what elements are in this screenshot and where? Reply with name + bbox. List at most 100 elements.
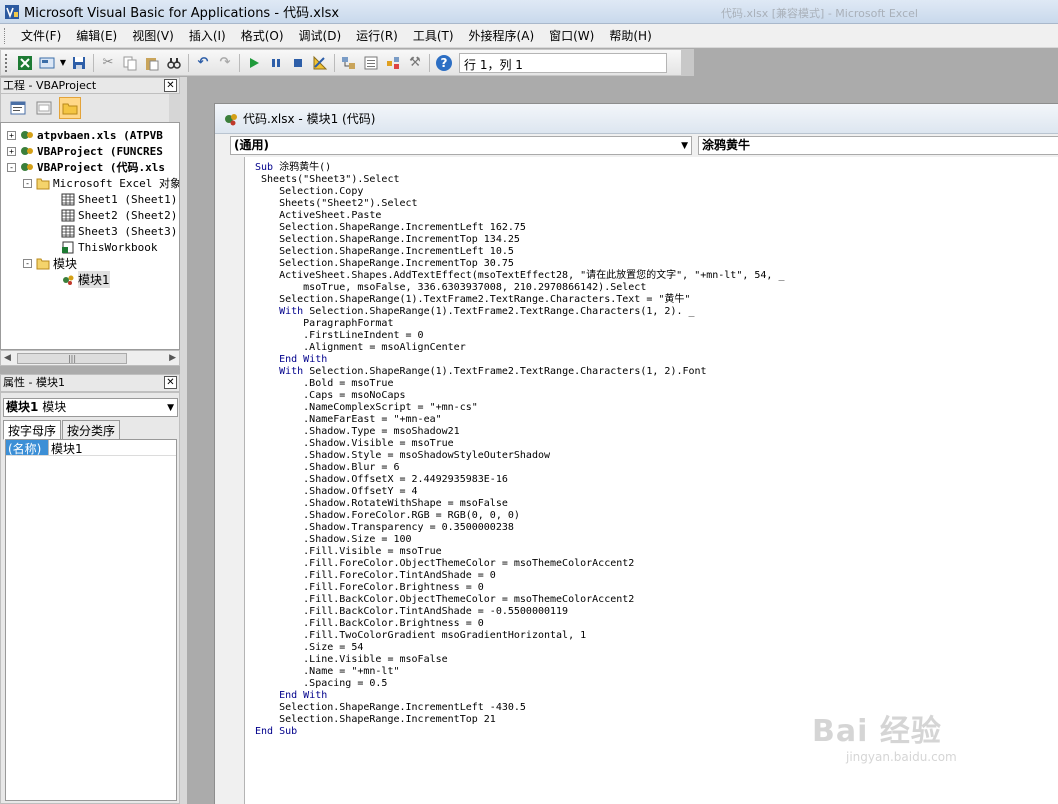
menu-edit[interactable]: 编辑(E)	[70, 25, 123, 46]
toolbar-overflow[interactable]	[681, 50, 693, 75]
code-line[interactable]: .Size = 54	[255, 642, 785, 654]
code-line[interactable]: .Alignment = msoAlignCenter	[255, 342, 785, 354]
tree-node-sheet1[interactable]: Sheet1 (Sheet1)	[61, 191, 177, 207]
scroll-right-icon[interactable]: ▶	[169, 353, 176, 363]
tree-node-funcres[interactable]: + VBAProject (FUNCRES	[7, 143, 163, 159]
code-line[interactable]: .Shadow.OffsetY = 4	[255, 486, 785, 498]
code-line[interactable]: ParagraphFormat	[255, 318, 785, 330]
object-dropdown[interactable]: (通用) ▼	[230, 136, 692, 155]
menu-view[interactable]: 视图(V)	[126, 25, 180, 46]
menu-addins[interactable]: 外接程序(A)	[463, 25, 541, 46]
close-icon[interactable]: ✕	[164, 376, 177, 389]
collapse-icon[interactable]: -	[23, 258, 32, 268]
tab-alphabetic[interactable]: 按字母序	[3, 420, 62, 440]
tree-node-module1[interactable]: 模块1	[61, 270, 110, 288]
save-icon[interactable]	[68, 52, 90, 74]
view-code-icon[interactable]	[7, 97, 29, 119]
code-line[interactable]: Selection.ShapeRange.IncrementLeft -430.…	[255, 702, 785, 714]
code-line[interactable]: Selection.ShapeRange(1).TextFrame2.TextR…	[255, 294, 785, 306]
menubar-grip[interactable]	[4, 27, 7, 44]
tree-node-sheet3[interactable]: Sheet3 (Sheet3)	[61, 223, 177, 239]
code-line[interactable]: End With	[255, 690, 785, 702]
code-line[interactable]: .Bold = msoTrue	[255, 378, 785, 390]
code-line[interactable]: Sheets("Sheet3").Select	[255, 174, 785, 186]
code-line[interactable]: .Name = "+mn-lt"	[255, 666, 785, 678]
dropdown-arrow-icon[interactable]: ▼	[58, 52, 68, 74]
scrollbar-thumb[interactable]: |||	[17, 353, 127, 364]
code-line[interactable]: .Fill.BackColor.TintAndShade = -0.550000…	[255, 606, 785, 618]
menu-debug[interactable]: 调试(D)	[293, 25, 348, 46]
collapse-icon[interactable]: -	[7, 162, 16, 172]
chevron-down-icon[interactable]: ▼	[167, 400, 174, 417]
collapse-icon[interactable]: -	[23, 178, 32, 188]
code-line[interactable]: .Fill.TwoColorGradient msoGradientHorizo…	[255, 630, 785, 642]
cut-icon[interactable]: ✂	[97, 52, 119, 74]
code-line[interactable]: .Shadow.Style = msoShadowStyleOuterShado…	[255, 450, 785, 462]
code-line[interactable]: .Spacing = 0.5	[255, 678, 785, 690]
code-line[interactable]: End Sub	[255, 726, 785, 738]
tree-node-vbaproject-main[interactable]: - VBAProject (代码.xls	[7, 159, 165, 175]
code-line[interactable]: Selection.ShapeRange.IncrementTop 134.25	[255, 234, 785, 246]
code-line[interactable]: .Shadow.Blur = 6	[255, 462, 785, 474]
code-line[interactable]: .Fill.BackColor.ObjectThemeColor = msoTh…	[255, 594, 785, 606]
object-browser-icon[interactable]	[382, 52, 404, 74]
insert-userform-icon[interactable]	[36, 52, 58, 74]
property-row[interactable]: (名称) 模块1	[6, 440, 176, 456]
object-select[interactable]: 模块1 模块 ▼	[3, 398, 178, 417]
break-icon[interactable]	[265, 52, 287, 74]
code-line[interactable]: .Caps = msoNoCaps	[255, 390, 785, 402]
code-line[interactable]: .Fill.ForeColor.ObjectThemeColor = msoTh…	[255, 558, 785, 570]
expand-icon[interactable]: +	[7, 130, 16, 140]
project-explorer-icon[interactable]	[338, 52, 360, 74]
procedure-dropdown[interactable]: 涂鸦黄牛	[698, 136, 1058, 155]
code-line[interactable]: .Shadow.Visible = msoTrue	[255, 438, 785, 450]
code-line[interactable]: .Shadow.Type = msoShadow21	[255, 426, 785, 438]
property-value[interactable]: 模块1	[48, 440, 83, 456]
code-line[interactable]: .NameComplexScript = "+mn-cs"	[255, 402, 785, 414]
code-line[interactable]: .Fill.ForeColor.Brightness = 0	[255, 582, 785, 594]
menu-run[interactable]: 运行(R)	[350, 25, 404, 46]
reset-icon[interactable]	[287, 52, 309, 74]
scroll-left-icon[interactable]: ◀	[4, 353, 11, 363]
code-line[interactable]: Selection.ShapeRange.IncrementTop 21	[255, 714, 785, 726]
tree-node-sheet2[interactable]: Sheet2 (Sheet2)	[61, 207, 177, 223]
code-line[interactable]: Selection.ShapeRange.IncrementLeft 162.7…	[255, 222, 785, 234]
code-line[interactable]: msoTrue, msoFalse, 336.6303937008, 210.2…	[255, 282, 785, 294]
help-icon[interactable]: ?	[433, 52, 455, 74]
chevron-down-icon[interactable]: ▼	[681, 138, 688, 155]
code-line[interactable]: Sub 涂鸦黄牛()	[255, 162, 785, 174]
code-line[interactable]: End With	[255, 354, 785, 366]
tree-node-excel-objects[interactable]: - Microsoft Excel 对象	[23, 175, 179, 191]
panel-splitter[interactable]	[180, 77, 187, 804]
close-icon[interactable]: ✕	[164, 79, 177, 92]
tab-categorized[interactable]: 按分类序	[62, 420, 121, 440]
code-line[interactable]: .Shadow.Size = 100	[255, 534, 785, 546]
code-line[interactable]: .Fill.Visible = msoTrue	[255, 546, 785, 558]
code-line[interactable]: .NameFarEast = "+mn-ea"	[255, 414, 785, 426]
code-line[interactable]: .Fill.ForeColor.TintAndShade = 0	[255, 570, 785, 582]
menu-file[interactable]: 文件(F)	[15, 25, 67, 46]
menu-format[interactable]: 格式(O)	[235, 25, 290, 46]
view-excel-icon[interactable]	[14, 52, 36, 74]
copy-icon[interactable]	[119, 52, 141, 74]
project-horizontal-scrollbar[interactable]: ◀ ||| ▶	[0, 350, 180, 366]
find-icon[interactable]	[163, 52, 185, 74]
tree-node-atpvbaen[interactable]: + atpvbaen.xls (ATPVB	[7, 127, 163, 143]
code-line[interactable]: .Shadow.ForeColor.RGB = RGB(0, 0, 0)	[255, 510, 785, 522]
toggle-folders-icon[interactable]	[59, 97, 81, 119]
expand-icon[interactable]: +	[7, 146, 16, 156]
paste-icon[interactable]	[141, 52, 163, 74]
toolbox-icon[interactable]: ⚒	[404, 52, 426, 74]
tree-node-thisworkbook[interactable]: ThisWorkbook	[61, 239, 157, 255]
project-scroll-stub[interactable]	[169, 94, 180, 122]
design-mode-icon[interactable]	[309, 52, 331, 74]
code-line[interactable]: .Line.Visible = msoFalse	[255, 654, 785, 666]
code-line[interactable]: With Selection.ShapeRange(1).TextFrame2.…	[255, 366, 785, 378]
view-object-icon[interactable]	[33, 97, 55, 119]
code-line[interactable]: Sheets("Sheet2").Select	[255, 198, 785, 210]
redo-icon[interactable]: ↷	[214, 52, 236, 74]
code-lines[interactable]: Sub 涂鸦黄牛() Sheets("Sheet3").Select Selec…	[255, 162, 785, 738]
run-icon[interactable]	[243, 52, 265, 74]
code-line[interactable]: .FirstLineIndent = 0	[255, 330, 785, 342]
menu-tools[interactable]: 工具(T)	[407, 25, 460, 46]
